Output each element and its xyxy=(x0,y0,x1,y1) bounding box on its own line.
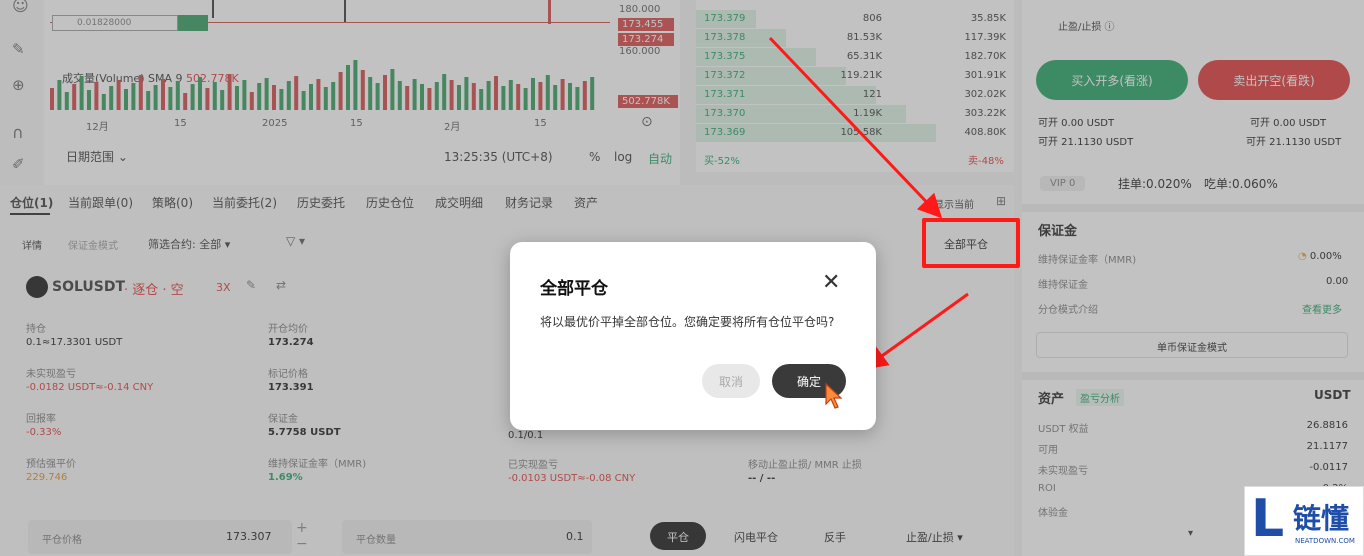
dialog-cancel-button[interactable]: 取消 xyxy=(702,364,760,398)
watermark-subtext: NEATDOWN.COM xyxy=(1295,537,1355,545)
watermark-logo: L 链懂 NEATDOWN.COM xyxy=(1244,486,1364,556)
dialog-message: 将以最优价平掉全部仓位。您确定要将所有仓位平仓吗? xyxy=(540,315,835,329)
confirm-dialog: 全部平仓 ✕ 将以最优价平掉全部仓位。您确定要将所有仓位平仓吗? 取消 确定 xyxy=(510,242,876,430)
watermark-text: 链懂 xyxy=(1293,502,1350,535)
dialog-close-icon[interactable]: ✕ xyxy=(822,270,840,295)
dialog-title: 全部平仓 xyxy=(540,279,608,299)
mouse-cursor-icon xyxy=(825,382,843,409)
watermark-letter: L xyxy=(1251,489,1285,549)
